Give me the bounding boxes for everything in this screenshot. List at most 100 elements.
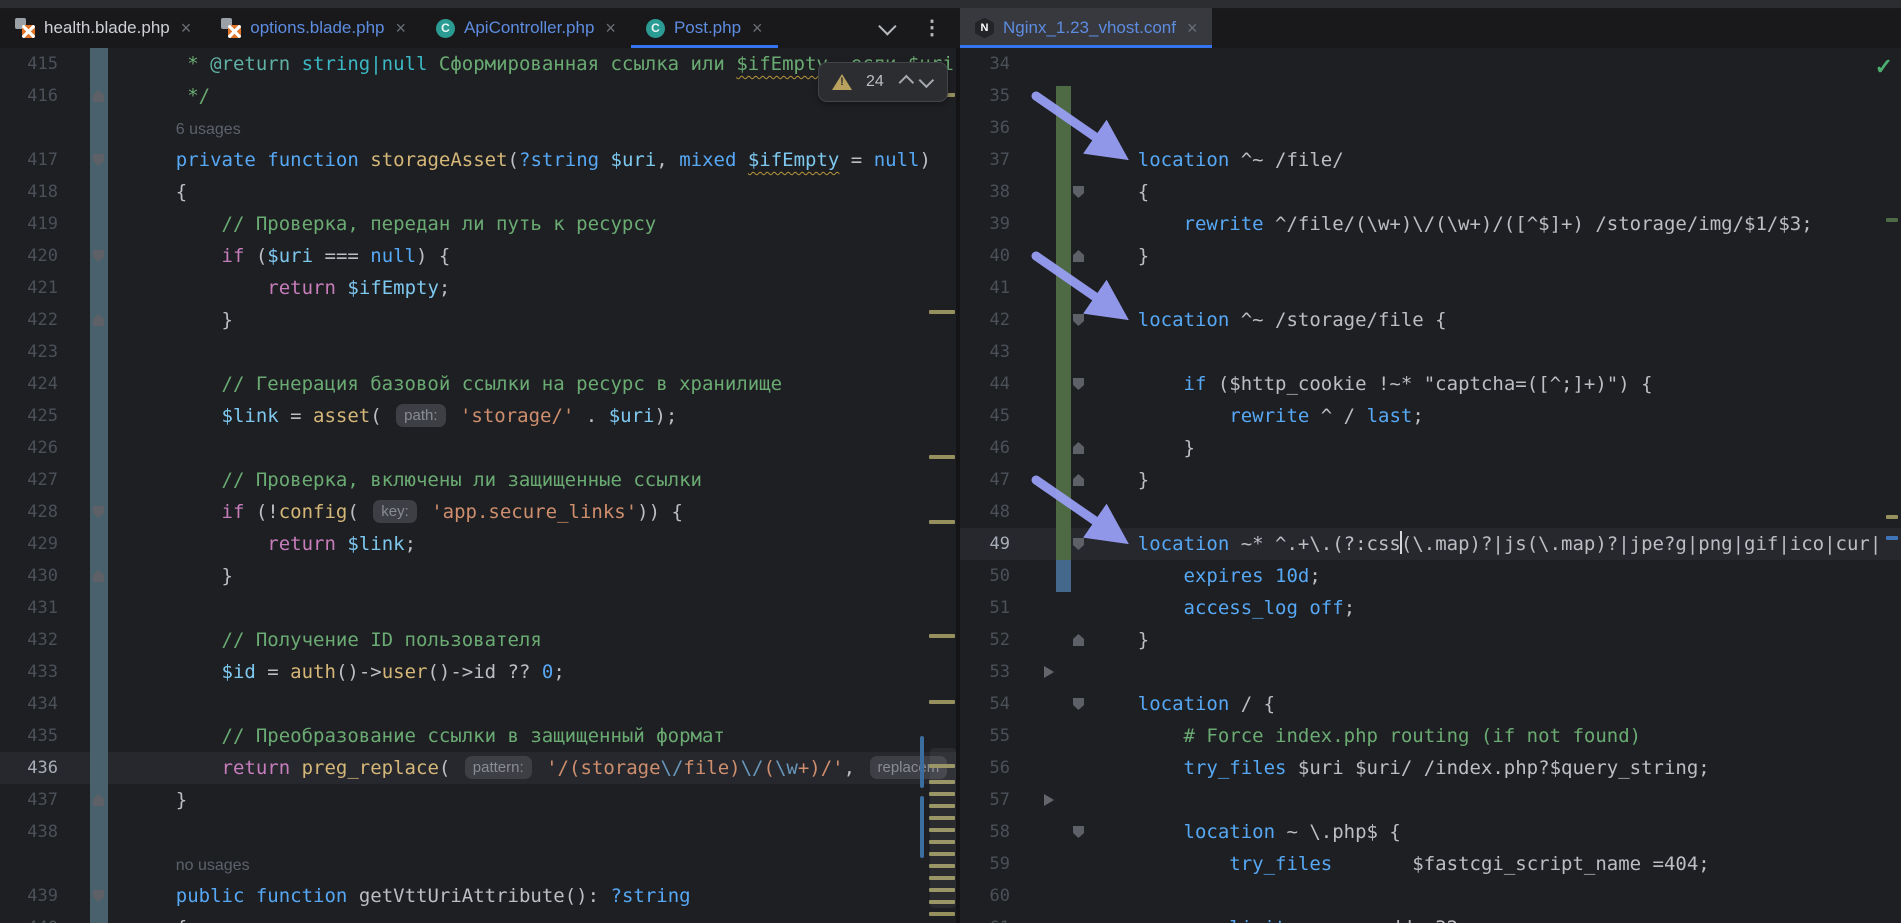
code-text[interactable]: if ($http_cookie !~* "captcha=([^;]+)") … bbox=[1092, 368, 1653, 400]
code-line-416[interactable]: 416 */ bbox=[0, 80, 956, 112]
code-text[interactable]: no usages bbox=[130, 848, 250, 880]
code-text[interactable]: location ~* ^.+\.(?:css(\.map)?|js(\.map… bbox=[1092, 528, 1881, 560]
code-line-433[interactable]: 433 $id = auth()->user()->id ?? 0; bbox=[0, 656, 956, 688]
code-line-418[interactable]: 418 { bbox=[0, 176, 956, 208]
code-text[interactable]: rewrite ^ / last; bbox=[1092, 400, 1424, 432]
code-text[interactable]: try_files $fastcgi_script_name =404; bbox=[1092, 848, 1709, 880]
code-line-43[interactable]: 43 bbox=[960, 336, 1901, 368]
code-text[interactable]: private function storageAsset(?string $u… bbox=[130, 144, 931, 176]
code-line-39[interactable]: 39 rewrite ^/file/(\w+)\/(\w+)/([^$]+) /… bbox=[960, 208, 1901, 240]
code-line-434[interactable]: 434 bbox=[0, 688, 956, 720]
code-line-59[interactable]: 59 try_files $fastcgi_script_name =404; bbox=[960, 848, 1901, 880]
close-icon[interactable]: × bbox=[393, 19, 408, 37]
code-line-419[interactable]: 419 // Проверка, передан ли путь к ресур… bbox=[0, 208, 956, 240]
code-line-417[interactable]: 417 private function storageAsset(?strin… bbox=[0, 144, 956, 176]
code-text[interactable]: expires 10d; bbox=[1092, 560, 1321, 592]
close-icon[interactable]: × bbox=[603, 19, 618, 37]
error-stripe-mark[interactable] bbox=[929, 912, 955, 916]
code-line-47[interactable]: 47 } bbox=[960, 464, 1901, 496]
code-line-431[interactable]: 431 bbox=[0, 592, 956, 624]
tab-apicontroller-php[interactable]: C ApiController.php × bbox=[421, 8, 631, 48]
error-stripe-mark[interactable] bbox=[929, 700, 955, 704]
code-line-436[interactable]: 436 return preg_replace( pattern: '/(sto… bbox=[0, 752, 956, 784]
code-line-420[interactable]: 420 if ($uri === null) { bbox=[0, 240, 956, 272]
code-line-48[interactable]: 48 bbox=[960, 496, 1901, 528]
code-line-41[interactable]: 41 bbox=[960, 272, 1901, 304]
code-text[interactable]: // Получение ID пользователя bbox=[130, 624, 542, 656]
code-line-37[interactable]: 37 location ^~ /file/ bbox=[960, 144, 1901, 176]
code-line-44[interactable]: 44 if ($http_cookie !~* "captcha=([^;]+)… bbox=[960, 368, 1901, 400]
code-text[interactable]: limit_conn addr 32; bbox=[1092, 912, 1469, 923]
error-stripe-mark[interactable] bbox=[929, 455, 955, 459]
code-text[interactable]: // Преобразование ссылки в защищенный фо… bbox=[130, 720, 725, 752]
tab-health-blade-php[interactable]: health.blade.php × bbox=[0, 8, 206, 48]
code-text[interactable]: // Проверка, включены ли защищенные ссыл… bbox=[130, 464, 702, 496]
error-stripe-mark[interactable] bbox=[1886, 536, 1898, 540]
code-line-429[interactable]: 429 return $link; bbox=[0, 528, 956, 560]
code-line-58[interactable]: 58 location ~ \.php$ { bbox=[960, 816, 1901, 848]
code-text[interactable]: if ($uri === null) { bbox=[130, 240, 451, 272]
code-text[interactable]: try_files $uri $uri/ /index.php?$query_s… bbox=[1092, 752, 1710, 784]
code-line-55[interactable]: 55 # Force index.php routing (if not fou… bbox=[960, 720, 1901, 752]
code-line-53[interactable]: 53 bbox=[960, 656, 1901, 688]
code-line-430[interactable]: 430 } bbox=[0, 560, 956, 592]
code-text[interactable]: // Проверка, передан ли путь к ресурсу bbox=[130, 208, 657, 240]
code-text[interactable]: } bbox=[130, 784, 187, 816]
code-text[interactable]: { bbox=[130, 912, 187, 923]
code-line-423[interactable]: 423 bbox=[0, 336, 956, 368]
code-line-422[interactable]: 422 } bbox=[0, 304, 956, 336]
code-line-439[interactable]: 439 public function getVttUriAttribute()… bbox=[0, 880, 956, 912]
code-line-38[interactable]: 38 { bbox=[960, 176, 1901, 208]
code-text[interactable]: location ^~ /file/ bbox=[1092, 144, 1344, 176]
code-text[interactable]: // Генерация базовой ссылки на ресурс в … bbox=[130, 368, 783, 400]
code-text[interactable]: rewrite ^/file/(\w+)\/(\w+)/([^$]+) /sto… bbox=[1092, 208, 1813, 240]
next-problem-icon[interactable] bbox=[918, 72, 934, 88]
code-text[interactable]: location / { bbox=[1092, 688, 1275, 720]
code-text[interactable]: { bbox=[1092, 176, 1149, 208]
code-text[interactable]: return $link; bbox=[130, 528, 416, 560]
code-text[interactable]: } bbox=[1092, 624, 1149, 656]
code-text[interactable]: 6 usages bbox=[130, 112, 241, 144]
code-text[interactable]: location ^~ /storage/file { bbox=[1092, 304, 1447, 336]
editor-pane-nginx[interactable]: ✓ 34 35 36 37 location ^~ /file/38 {39 rewr… bbox=[960, 48, 1901, 923]
close-icon[interactable]: × bbox=[750, 19, 765, 37]
code-text[interactable]: { bbox=[130, 176, 187, 208]
code-text[interactable]: } bbox=[130, 304, 233, 336]
code-line-45[interactable]: 45 rewrite ^ / last; bbox=[960, 400, 1901, 432]
previous-problem-icon[interactable] bbox=[898, 74, 914, 90]
code-line-35[interactable]: 35 bbox=[960, 80, 1901, 112]
code-line-432[interactable]: 432 // Получение ID пользователя bbox=[0, 624, 956, 656]
close-icon[interactable]: × bbox=[179, 19, 194, 37]
error-stripe-mark[interactable] bbox=[929, 310, 955, 314]
code-line-61[interactable]: 61 limit_conn addr 32; bbox=[960, 912, 1901, 923]
code-text[interactable]: } bbox=[1092, 464, 1149, 496]
chevron-down-icon[interactable] bbox=[878, 16, 897, 36]
gutter-triangle-icon[interactable] bbox=[1044, 666, 1054, 678]
code-text[interactable]: $link = asset( path: 'storage/' . $uri); bbox=[130, 400, 677, 432]
code-text[interactable]: if (!config( key: 'app.secure_links')) { bbox=[130, 496, 683, 528]
code-line-54[interactable]: 54 location / { bbox=[960, 688, 1901, 720]
scrollbar-caret-mark[interactable] bbox=[920, 796, 924, 858]
inspection-widget[interactable]: 24 bbox=[818, 62, 948, 102]
code-text[interactable]: return $ifEmpty; bbox=[130, 272, 450, 304]
scrollbar-caret-mark[interactable] bbox=[920, 736, 924, 788]
code-line-inlay[interactable]: no usages bbox=[0, 848, 956, 880]
code-text[interactable]: location ~ \.php$ { bbox=[1092, 816, 1401, 848]
error-stripe-mark[interactable] bbox=[929, 520, 955, 524]
code-line-415[interactable]: 415 * @return string|null Сформированная… bbox=[0, 48, 956, 80]
code-text[interactable]: } bbox=[1092, 240, 1149, 272]
code-text[interactable]: */ bbox=[130, 80, 210, 112]
code-line-46[interactable]: 46 } bbox=[960, 432, 1901, 464]
scrollbar-thumb[interactable] bbox=[930, 748, 956, 908]
code-line-inlay[interactable]: 6 usages bbox=[0, 112, 956, 144]
code-line-34[interactable]: 34 bbox=[960, 48, 1901, 80]
code-line-60[interactable]: 60 bbox=[960, 880, 1901, 912]
code-text[interactable]: # Force index.php routing (if not found) bbox=[1092, 720, 1642, 752]
code-line-57[interactable]: 57 bbox=[960, 784, 1901, 816]
error-stripe-mark[interactable] bbox=[1886, 515, 1898, 519]
code-line-437[interactable]: 437 } bbox=[0, 784, 956, 816]
code-line-421[interactable]: 421 return $ifEmpty; bbox=[0, 272, 956, 304]
code-text[interactable]: public function getVttUriAttribute(): ?s… bbox=[130, 880, 691, 912]
more-options-icon[interactable]: ⋮ bbox=[922, 18, 942, 38]
code-line-40[interactable]: 40 } bbox=[960, 240, 1901, 272]
